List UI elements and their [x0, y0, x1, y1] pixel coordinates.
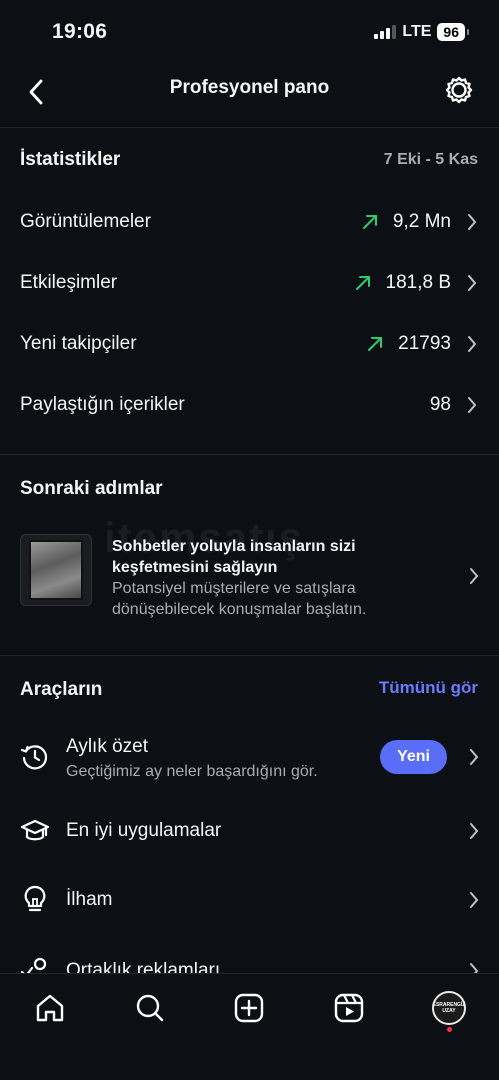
signal-icon — [374, 25, 397, 39]
stat-label: Yeni takipçiler — [20, 333, 137, 354]
card-thumbnail — [20, 534, 92, 606]
chevron-right-icon — [469, 891, 479, 914]
search-icon — [136, 994, 164, 1022]
page-title: Profesyonel pano — [169, 77, 330, 98]
status-bar: 19:06 LTE 96 — [0, 0, 499, 62]
stat-label: Paylaştığın içerikler — [20, 394, 185, 415]
partnership-icon — [20, 955, 50, 973]
stat-row-views[interactable]: Görüntülemeler 9,2 Mn — [0, 193, 499, 251]
trend-up-icon — [361, 213, 379, 231]
header: Profesyonel pano — [0, 62, 499, 128]
card-description: Potansiyel müşterilere ve satışlara dönü… — [112, 580, 367, 618]
see-all-link[interactable]: Tümünü gör — [379, 678, 478, 698]
tab-reels[interactable] — [329, 988, 369, 1028]
tab-search[interactable] — [130, 988, 170, 1028]
date-range[interactable]: 7 Eki - 5 Kas — [384, 151, 478, 169]
tool-label: İlham — [66, 889, 113, 910]
chevron-right-icon — [469, 748, 479, 771]
battery-icon: 96 — [437, 23, 469, 41]
trend-up-icon — [354, 274, 372, 292]
chevron-right-icon — [465, 274, 479, 292]
stat-value: 21793 — [398, 333, 451, 354]
tool-inspiration[interactable]: İlham — [0, 868, 499, 932]
tab-profile[interactable]: ESRARENGİZ UZAY — [429, 988, 469, 1028]
home-icon — [36, 994, 64, 1022]
tools-section: Araçların Tümünü gör Aylık özet Geçtiğim… — [0, 657, 499, 973]
stat-row-shared-content[interactable]: Paylaştığın içerikler 98 — [0, 376, 499, 434]
tab-home[interactable] — [30, 988, 70, 1028]
history-icon — [20, 742, 50, 772]
chevron-right-icon — [469, 822, 479, 845]
reels-icon — [334, 993, 364, 1023]
stat-value: 98 — [429, 394, 451, 415]
tool-subtitle: Geçtiğimiz ay neler başardığını gör. — [66, 763, 318, 780]
stat-label: Görüntülemeler — [20, 211, 151, 232]
bottom-tab-bar: ESRARENGİZ UZAY — [0, 973, 499, 1080]
profile-avatar: ESRARENGİZ UZAY — [432, 991, 466, 1025]
status-indicators: LTE 96 — [374, 23, 469, 41]
stat-value: 9,2 Mn — [392, 211, 451, 232]
graduation-cap-icon — [20, 816, 50, 846]
next-step-card[interactable]: Sohbetler yoluyla insanların sizi keşfet… — [0, 532, 499, 618]
tool-partnership-ads[interactable]: Ortaklık reklamları — [0, 939, 499, 973]
tool-label: Aylık özet — [66, 736, 149, 757]
stat-row-interactions[interactable]: Etkileşimler 181,8 B — [0, 254, 499, 312]
next-steps-section: Sonraki adımlar itemsatış Sohbetler yolu… — [0, 456, 499, 656]
create-icon — [234, 993, 264, 1023]
tool-label: En iyi uygulamalar — [66, 820, 222, 841]
chevron-right-icon — [469, 962, 479, 973]
chevron-right-icon — [469, 567, 479, 590]
new-badge: Yeni — [380, 740, 447, 774]
tool-label: Ortaklık reklamları — [66, 960, 221, 973]
stat-value: 181,8 B — [385, 272, 452, 293]
gear-icon — [445, 76, 473, 104]
notification-dot — [447, 1027, 452, 1032]
stat-row-new-followers[interactable]: Yeni takipçiler 21793 — [0, 315, 499, 373]
tab-create[interactable] — [229, 988, 269, 1028]
tool-best-practices[interactable]: En iyi uygulamalar — [0, 799, 499, 863]
tools-heading: Araçların — [20, 679, 103, 700]
chevron-right-icon — [465, 335, 479, 353]
next-steps-heading: Sonraki adımlar — [20, 478, 163, 499]
network-label: LTE — [402, 23, 432, 40]
stat-label: Etkileşimler — [20, 272, 118, 293]
lightbulb-icon — [20, 884, 50, 914]
status-time: 19:06 — [52, 20, 108, 43]
trend-up-icon — [366, 335, 384, 353]
stats-heading: İstatistikler — [20, 149, 121, 170]
tool-monthly-summary[interactable]: Aylık özet Geçtiğimiz ay neler başardığı… — [0, 725, 499, 789]
stats-section: İstatistikler 7 Eki - 5 Kas Görüntülemel… — [0, 130, 499, 455]
chevron-right-icon — [465, 396, 479, 414]
chevron-right-icon — [465, 213, 479, 231]
settings-button[interactable] — [441, 72, 477, 108]
card-title: Sohbetler yoluyla insanların sizi keşfet… — [112, 538, 356, 576]
